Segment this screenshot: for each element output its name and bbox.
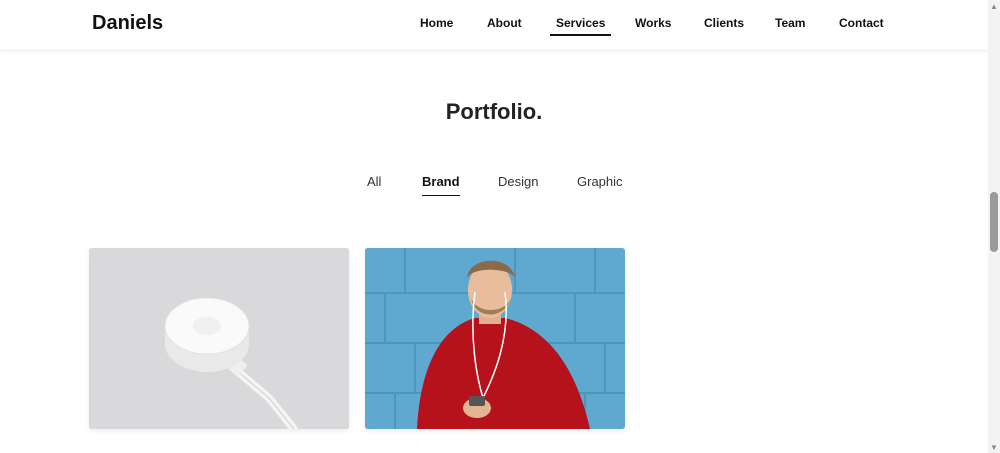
nav-clients[interactable]: Clients <box>704 16 744 36</box>
nav-team[interactable]: Team <box>775 16 805 36</box>
charger-image <box>89 248 349 429</box>
portfolio-item-charger[interactable] <box>89 248 349 429</box>
scroll-thumb[interactable] <box>990 192 998 252</box>
site-header: Daniels Home About Services Works Client… <box>0 0 988 51</box>
man-image <box>365 248 625 429</box>
nav-works[interactable]: Works <box>635 16 671 36</box>
nav-home[interactable]: Home <box>420 16 453 36</box>
nav-about[interactable]: About <box>487 16 522 36</box>
page-scrollbar[interactable]: ▲ ▼ <box>988 0 1000 453</box>
portfolio-filters: All Brand Design Graphic <box>0 174 988 204</box>
scroll-up-arrow-icon[interactable]: ▲ <box>988 0 1000 12</box>
nav-contact[interactable]: Contact <box>839 16 884 36</box>
portfolio-title: Portfolio. <box>445 99 543 124</box>
brand-logo[interactable]: Daniels <box>92 12 163 35</box>
filter-design[interactable]: Design <box>498 174 538 196</box>
filter-all[interactable]: All <box>367 174 381 196</box>
scroll-down-arrow-icon[interactable]: ▼ <box>988 441 1000 453</box>
nav-services[interactable]: Services <box>549 16 612 36</box>
filter-brand[interactable]: Brand <box>422 174 460 196</box>
filter-graphic[interactable]: Graphic <box>577 174 623 196</box>
portfolio-item-man[interactable] <box>365 248 625 429</box>
